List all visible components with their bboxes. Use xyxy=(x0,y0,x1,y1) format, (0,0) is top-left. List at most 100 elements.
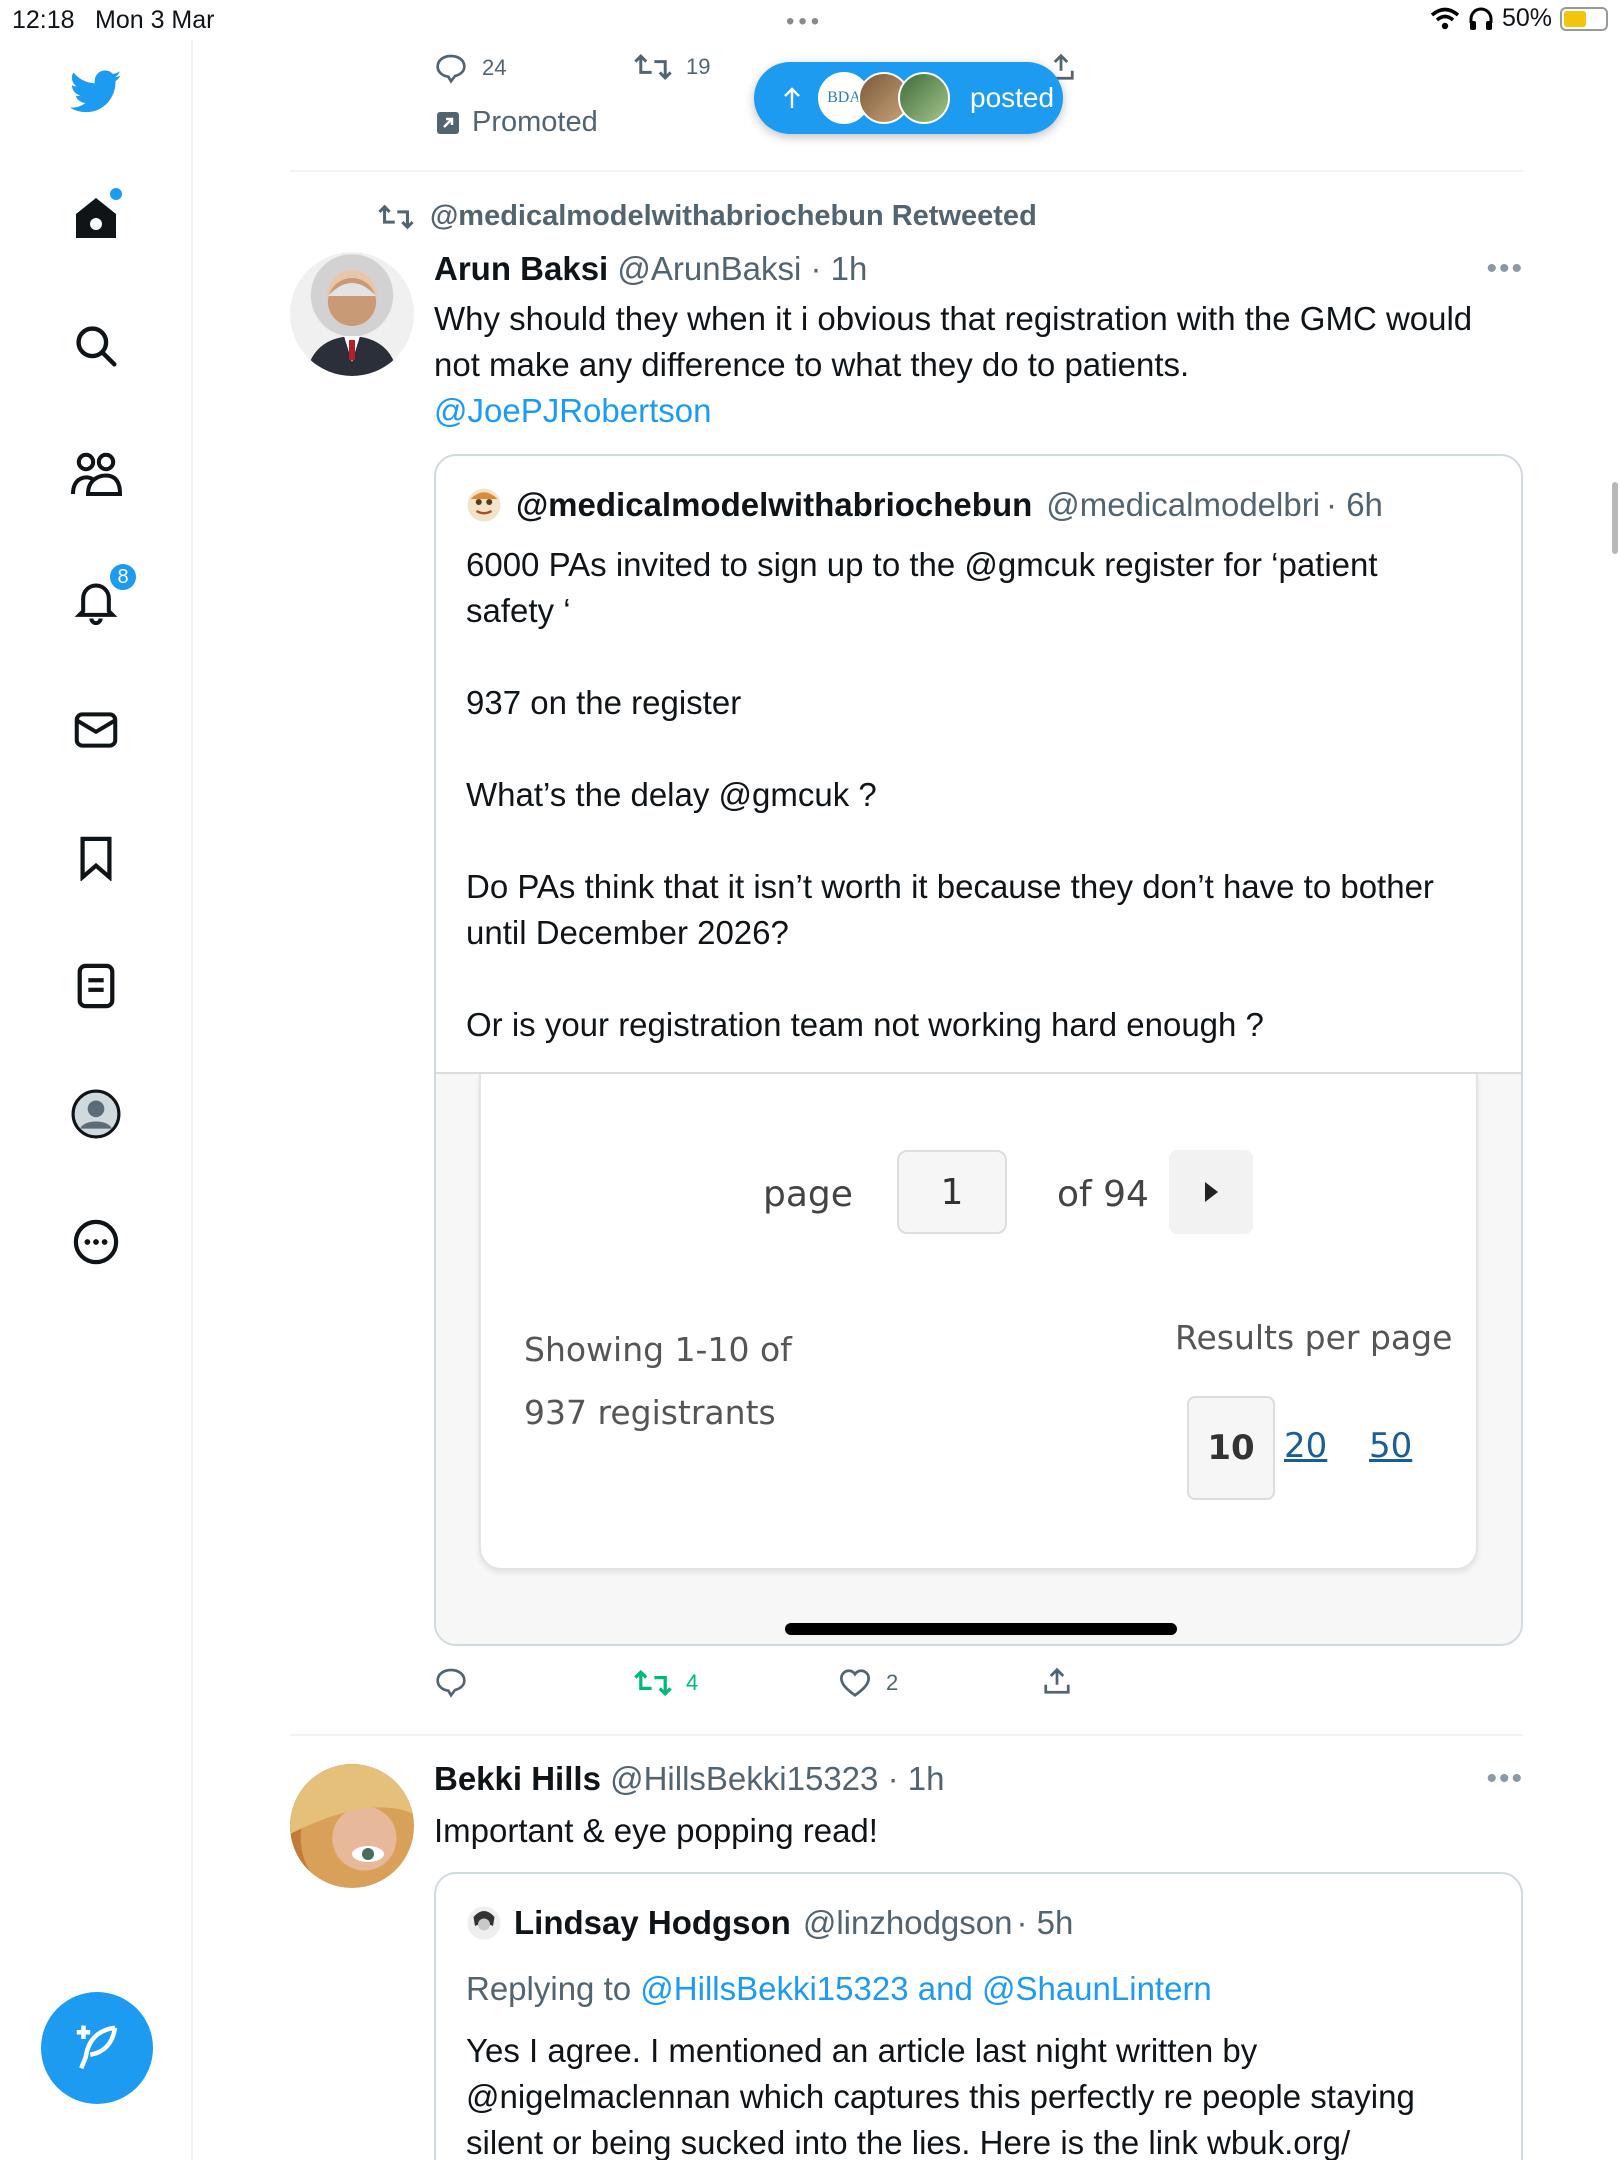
retweet-icon xyxy=(634,1669,672,1697)
tweet1-text-line1: Why should they when it i obvious that r… xyxy=(434,300,1473,337)
tweet1-more-icon[interactable]: ••• xyxy=(1486,252,1524,286)
tweet1-header: Arun Baksi @ArunBaksi · 1h xyxy=(434,250,867,288)
tweet2-handle[interactable]: @HillsBekki15323 xyxy=(610,1760,878,1797)
replying-to-users-link[interactable]: @HillsBekki15323 and @ShaunLintern xyxy=(640,1970,1212,2007)
tweet1-author-name[interactable]: Arun Baksi xyxy=(434,250,608,287)
notifications-bell-icon[interactable]: 8 xyxy=(70,562,138,628)
reply-button[interactable]: 24 xyxy=(434,52,506,84)
search-icon[interactable] xyxy=(70,320,122,372)
status-bar: 12:18 Mon 3 Mar ••• 50% xyxy=(0,0,1620,40)
arrow-up-icon xyxy=(784,87,800,108)
showing-line1: Showing 1-10 of xyxy=(524,1330,792,1369)
status-time: 12:18 xyxy=(12,6,75,34)
results-per-page-selected: 10 xyxy=(1187,1396,1275,1500)
share-icon xyxy=(1044,1667,1070,1694)
avatar-arun-baksi[interactable] xyxy=(290,252,414,376)
promoted-icon xyxy=(437,111,459,134)
quote-author-name[interactable]: @medicalmodelwithabriochebun xyxy=(516,486,1032,524)
quoted-tweet-2[interactable]: Lindsay Hodgson @linzhodgson · 5h Replyi… xyxy=(434,1872,1523,2160)
twitter-logo-icon[interactable] xyxy=(70,66,122,118)
tweet1-mention-link[interactable]: @JoePJRobertson xyxy=(434,388,1534,434)
tweet1-text-line2: not make any difference to what they do … xyxy=(434,346,1190,383)
headphones-icon xyxy=(1469,7,1493,30)
retweet-button[interactable]: 19 xyxy=(634,52,710,82)
notifications-count-badge: 8 xyxy=(108,562,138,592)
quote2-author-name[interactable]: Lindsay Hodgson xyxy=(514,1904,791,1942)
lists-icon[interactable] xyxy=(70,960,122,1012)
bookmarks-icon[interactable] xyxy=(70,832,122,884)
quote2-text-line1: Yes I agree. I mentioned an article last… xyxy=(466,2032,1258,2069)
retweet-count: 19 xyxy=(686,54,711,79)
quote2-replying-to: Replying to @HillsBekki15323 and @ShaunL… xyxy=(466,1970,1212,2008)
quote2-text: Yes I agree. I mentioned an article last… xyxy=(466,2028,1496,2160)
multitasking-dots-icon[interactable]: ••• xyxy=(786,8,823,36)
replying-to-label: Replying to xyxy=(466,1970,632,2007)
quote-text-p1a: 6000 PAs invited to sign up to the @gmcu… xyxy=(466,546,1378,583)
home-icon[interactable] xyxy=(70,188,122,244)
next-page-arrow-icon xyxy=(1169,1150,1253,1234)
quote-header: @medicalmodelwithabriochebun @medicalmod… xyxy=(466,486,1383,524)
registrants-pagination-card: page 1 of 94 Showing 1-10 of 937 registr… xyxy=(479,1074,1478,1570)
quote-text-p4b: until December 2026? xyxy=(466,914,789,951)
retweet-icon xyxy=(378,204,414,229)
page-label: page xyxy=(763,1174,853,1215)
promoted-text: Promoted xyxy=(472,106,598,138)
quote-handle[interactable]: @medicalmodelbri xyxy=(1046,486,1320,524)
reply-count: 24 xyxy=(482,55,507,80)
pill-avatar-text: BDA xyxy=(827,89,861,106)
results-per-page-option-50: 50 xyxy=(1369,1426,1413,1466)
home-new-dot xyxy=(110,188,122,200)
avatar-portrait-icon xyxy=(306,278,398,376)
quote2-time: · 5h xyxy=(1016,1904,1074,1941)
reply-icon xyxy=(436,54,466,84)
communities-icon[interactable] xyxy=(70,448,122,500)
battery-icon xyxy=(1560,6,1608,31)
tweet2-author-name[interactable]: Bekki Hills xyxy=(434,1760,601,1797)
retweeted-by-line[interactable]: @medicalmodelwithabriochebun Retweeted xyxy=(378,200,1037,233)
tweet1-reply-button[interactable] xyxy=(434,1666,468,1698)
heart-icon xyxy=(839,1669,871,1697)
promoted-label: Promoted xyxy=(436,106,598,139)
new-posts-pill[interactable]: BDA posted xyxy=(754,62,1063,134)
quote-text: 6000 PAs invited to sign up to the @gmcu… xyxy=(466,542,1496,1048)
wifi-icon xyxy=(1430,7,1460,29)
tweet1-handle[interactable]: @ArunBaksi xyxy=(617,250,801,287)
quote2-text-line3: silent or being sucked into the lies. He… xyxy=(466,2124,1351,2160)
tweet-divider xyxy=(290,170,1523,172)
status-right: 50% xyxy=(1430,4,1608,33)
avatar-photo-icon xyxy=(290,1764,414,1862)
tweet-divider xyxy=(290,1734,1523,1736)
results-per-page-option-20: 20 xyxy=(1284,1426,1328,1466)
showing-summary: Showing 1-10 of 937 registrants xyxy=(524,1318,854,1444)
quote2-header: Lindsay Hodgson @linzhodgson · 5h xyxy=(466,1904,1073,1942)
tweet1-share-button[interactable] xyxy=(1042,1666,1072,1696)
tweet2-more-icon[interactable]: ••• xyxy=(1486,1762,1524,1796)
compose-feather-icon xyxy=(76,2025,118,2070)
avatar-bekki-hills[interactable] xyxy=(290,1764,414,1888)
showing-line2: 937 registrants xyxy=(524,1393,776,1432)
quote2-avatar-icon[interactable] xyxy=(466,1905,502,1941)
profile-avatar-icon[interactable] xyxy=(70,1088,122,1140)
quote2-handle[interactable]: @linzhodgson xyxy=(803,1904,1013,1942)
page-total-label: of 94 xyxy=(1057,1174,1149,1215)
tweet1-time: · 1h xyxy=(810,250,868,287)
compose-tweet-button[interactable] xyxy=(41,1992,153,2104)
messages-envelope-icon[interactable] xyxy=(70,704,122,756)
image-scroll-indicator xyxy=(785,1623,1177,1635)
tweet1-like-button[interactable]: 2 xyxy=(838,1668,898,1698)
reply-icon xyxy=(436,1668,466,1698)
retweeted-by-text: @medicalmodelwithabriochebun Retweeted xyxy=(430,200,1037,232)
quote-text-p2: 937 on the register xyxy=(466,684,742,721)
quote-avatar-icon[interactable] xyxy=(466,487,502,523)
tweet1-like-count: 2 xyxy=(886,1670,899,1695)
tweet1-retweet-button[interactable]: 4 xyxy=(634,1668,698,1698)
tweet2-time: · 1h xyxy=(887,1760,945,1797)
battery-percent: 50% xyxy=(1501,4,1552,32)
status-date: Mon 3 Mar xyxy=(95,6,215,34)
page-scrollbar[interactable] xyxy=(1612,482,1618,554)
quote-attached-image[interactable]: page 1 of 94 Showing 1-10 of 937 registr… xyxy=(436,1072,1521,1644)
page-number-box: 1 xyxy=(897,1150,1007,1234)
quoted-tweet[interactable]: @medicalmodelwithabriochebun @medicalmod… xyxy=(434,454,1523,1646)
more-options-icon[interactable] xyxy=(70,1216,122,1268)
results-per-page-label: Results per page xyxy=(1175,1318,1453,1357)
